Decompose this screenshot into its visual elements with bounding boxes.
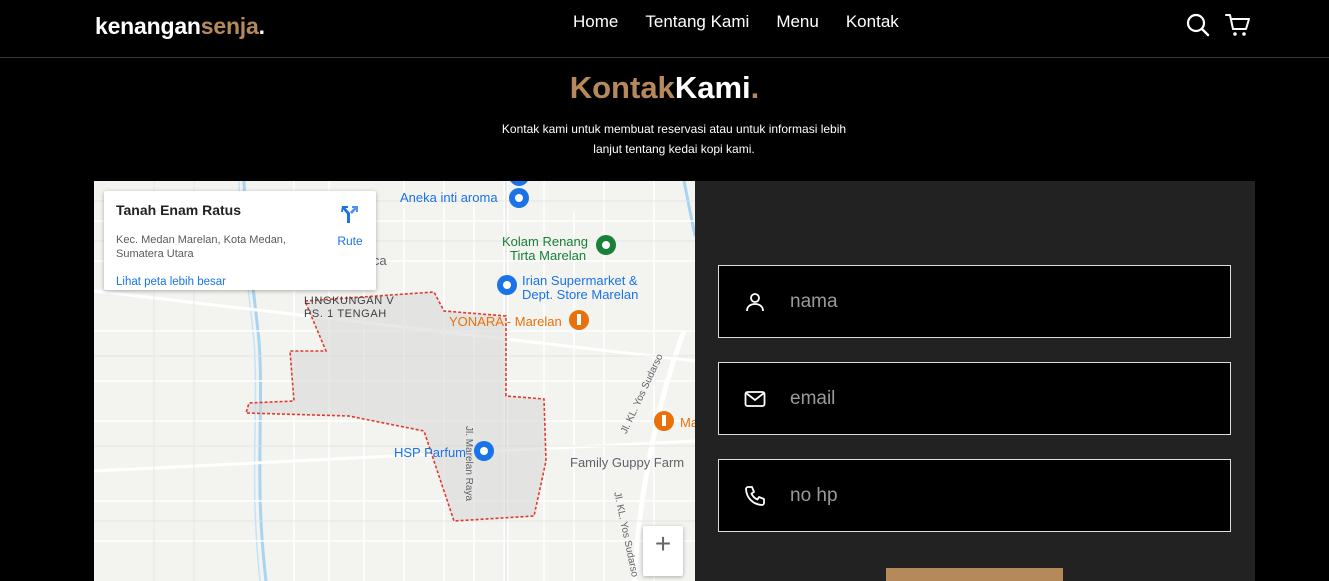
search-icon[interactable] — [1185, 12, 1211, 38]
main-nav: Home Tentang Kami Menu Kontak — [573, 12, 926, 32]
nav-home[interactable]: Home — [573, 12, 618, 32]
route-button[interactable]: Rute — [330, 203, 370, 248]
route-label: Rute — [337, 234, 363, 248]
contact-form-panel — [695, 181, 1255, 581]
nav-kontak[interactable]: Kontak — [846, 12, 899, 32]
navbar: kenangansenja. Home Tentang Kami Menu Ko… — [0, 0, 1329, 58]
phone-field[interactable] — [718, 459, 1231, 532]
map-poi-kolam-line1[interactable]: Kolam Renang — [502, 234, 588, 249]
cart-icon[interactable] — [1225, 12, 1251, 38]
brand-logo-part2: senja — [200, 13, 259, 39]
brand-logo-part1: kenangan — [95, 13, 201, 39]
map-place-address: Kec. Medan Marelan, Kota Medan, Sumatera… — [116, 234, 286, 260]
section-subtitle: Kontak kami untuk membuat reservasi atau… — [501, 122, 847, 156]
map-area-label-line1: LINGKUNGAN V — [304, 295, 395, 307]
mail-icon — [744, 391, 766, 407]
submit-button[interactable] — [886, 568, 1063, 581]
map-road-marelan-raya: Jl. Marelan Raya — [463, 426, 474, 502]
section-title-part2: Kami — [674, 70, 751, 105]
nav-tentang-kami[interactable]: Tentang Kami — [645, 12, 749, 32]
nav-icons — [1185, 12, 1251, 38]
phone-icon — [745, 486, 765, 506]
email-field[interactable] — [718, 362, 1231, 435]
map-poi-hsp[interactable]: HSP Parfum — [394, 445, 466, 460]
embedded-map[interactable]: Aneka inti aroma Kolam Renang Tirta Mare… — [94, 181, 695, 581]
map-poi-family-guppy[interactable]: Family Guppy Farm — [570, 455, 684, 470]
nav-menu[interactable]: Menu — [776, 12, 819, 32]
directions-icon — [341, 206, 358, 223]
map-poi-aneka[interactable]: Aneka inti aroma — [400, 190, 498, 205]
name-input[interactable] — [790, 266, 1210, 337]
name-field[interactable] — [718, 265, 1231, 338]
email-input[interactable] — [790, 363, 1210, 434]
map-place-name: Tanah Enam Ratus — [116, 202, 241, 218]
map-poi-ma[interactable]: Ma — [680, 415, 695, 430]
brand-logo-dot: . — [258, 13, 265, 39]
map-area-label-line2: PS. 1 TENGAH — [304, 308, 387, 320]
section-title-dot: . — [750, 70, 760, 105]
map-poi-yonara[interactable]: YONARA - Marelan — [449, 314, 562, 329]
map-poi-kolam-line2[interactable]: Tirta Marelan — [510, 248, 586, 263]
map-poi-irian-line1[interactable]: Irian Supermarket & — [522, 273, 638, 288]
map-info-card: Tanah Enam Ratus Kec. Medan Marelan, Kot… — [104, 191, 376, 290]
map-poi-irian-line2[interactable]: Dept. Store Marelan — [522, 287, 638, 302]
phone-input[interactable] — [790, 460, 1210, 531]
view-larger-map-link[interactable]: Lihat peta lebih besar — [116, 276, 226, 288]
brand-logo[interactable]: kenangansenja. — [95, 13, 265, 40]
map-zoom-in-button[interactable]: + — [643, 526, 683, 576]
section-title-part1: Kontak — [569, 70, 675, 105]
user-icon — [746, 293, 764, 312]
section-title: KontakKami. — [0, 70, 1329, 106]
